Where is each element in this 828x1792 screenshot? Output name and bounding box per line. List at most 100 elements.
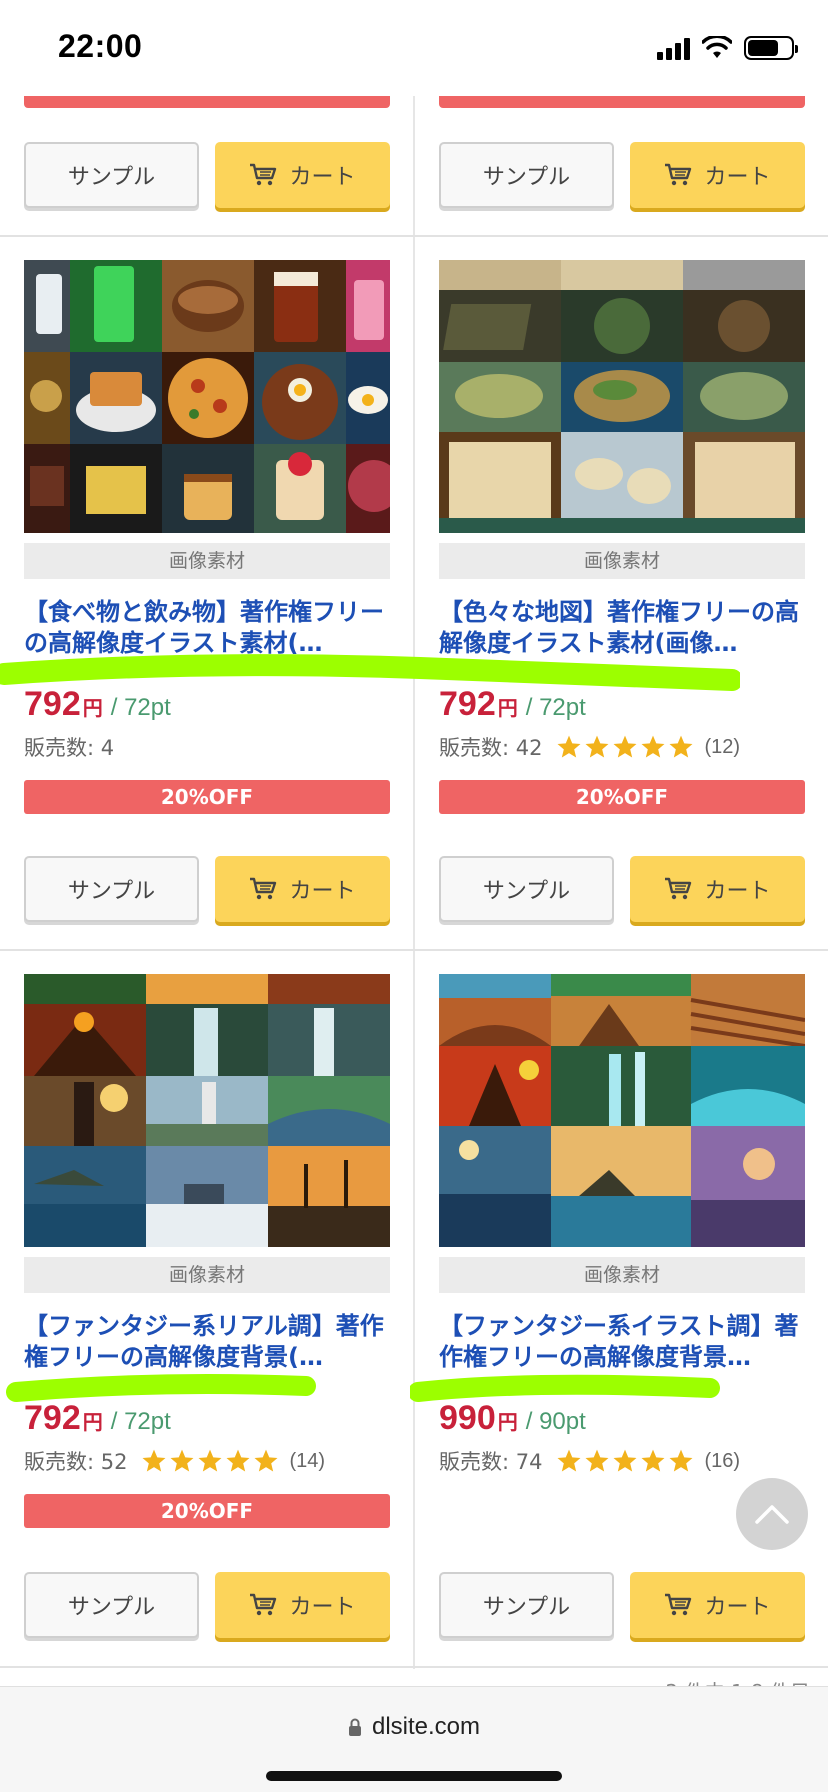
product-card: 画像素材 【ファンタジー系リアル調】著作権フリーの高解像度背景(… 792 円 … [24, 974, 390, 1528]
home-indicator[interactable] [266, 1771, 562, 1781]
discount-badge: 20%OFF [439, 780, 805, 814]
star-icon [614, 735, 637, 758]
star-icon [199, 1449, 222, 1472]
product-thumbnail-fantasy-real[interactable] [24, 974, 390, 1247]
signal-icon [657, 36, 690, 60]
cart-icon [250, 1593, 277, 1616]
cart-button[interactable]: カート [215, 1572, 390, 1638]
cart-icon [250, 877, 277, 900]
browser-url-bar[interactable]: dlsite.com [0, 1686, 828, 1792]
cart-icon [250, 163, 277, 186]
sample-button-label: サンプル [482, 165, 571, 190]
sample-button[interactable]: サンプル [439, 856, 614, 922]
sample-button[interactable]: サンプル [439, 1572, 614, 1638]
price-line: 792 円 / 72pt [439, 685, 805, 724]
cart-button[interactable]: カート [215, 142, 390, 208]
star-icon [558, 735, 581, 758]
star-icon [255, 1449, 278, 1472]
cart-button-label: カート [704, 1595, 771, 1620]
row-divider [0, 235, 828, 237]
sample-button[interactable]: サンプル [24, 142, 199, 208]
cart-icon [665, 1593, 692, 1616]
star-icon [227, 1449, 250, 1472]
cart-button[interactable]: カート [630, 142, 805, 208]
sample-button[interactable]: サンプル [24, 1572, 199, 1638]
cart-button-label: カート [704, 165, 771, 190]
product-title-link[interactable]: 【食べ物と飲み物】著作権フリーの高解像度イラスト素材(… [24, 597, 390, 659]
star-icon [670, 1449, 693, 1472]
rating-stars [556, 734, 694, 760]
product-title-link[interactable]: 【ファンタジー系リアル調】著作権フリーの高解像度背景(… [24, 1311, 390, 1373]
points-value: / 72pt [110, 1408, 171, 1435]
price-value: 792 [439, 685, 496, 723]
button-row: サンプル カート [24, 142, 390, 208]
category-label: 画像素材 [24, 543, 390, 579]
product-title-link[interactable]: 【ファンタジー系イラスト調】著作権フリーの高解像度背景… [439, 1311, 805, 1373]
points-value: / 72pt [110, 694, 171, 721]
product-card: 画像素材 【食べ物と飲み物】著作権フリーの高解像度イラスト素材(… 792 円 … [24, 260, 390, 814]
sample-button-label: サンプル [67, 1595, 156, 1620]
sales-line: 販売数: 52 (14) [24, 1444, 390, 1478]
cart-icon [665, 163, 692, 186]
sales-count: 販売数: 52 [24, 1450, 128, 1474]
sample-button[interactable]: サンプル [24, 856, 199, 922]
price-value: 990 [439, 1399, 496, 1437]
product-card: 画像素材 【色々な地図】著作権フリーの高解像度イラスト素材(画像… 792 円 … [439, 260, 805, 814]
price-value: 792 [24, 1399, 81, 1437]
column-divider [413, 96, 415, 1669]
row-divider [0, 949, 828, 951]
category-label: 画像素材 [439, 543, 805, 579]
scroll-top-button[interactable] [736, 1478, 808, 1550]
rating-count: (14) [289, 1449, 326, 1472]
price-value: 792 [24, 685, 81, 723]
product-title-link[interactable]: 【色々な地図】著作権フリーの高解像度イラスト素材(画像… [439, 597, 805, 659]
product-thumbnail-maps[interactable] [439, 260, 805, 533]
product-thumbnail-food[interactable] [24, 260, 390, 533]
sample-button-label: サンプル [67, 165, 156, 190]
price-currency: 円 [497, 1410, 518, 1434]
button-row: サンプル カート [24, 856, 390, 922]
product-thumbnail-fantasy-illust[interactable] [439, 974, 805, 1247]
points-value: / 72pt [525, 694, 586, 721]
cart-button-label: カート [704, 879, 771, 904]
sample-button-label: サンプル [482, 1595, 571, 1620]
sample-button-label: サンプル [482, 879, 571, 904]
price-line: 792 円 / 72pt [24, 1399, 390, 1438]
url-domain: dlsite.com [371, 1713, 481, 1740]
star-icon [171, 1449, 194, 1472]
discount-badge: 20%OFF [24, 1494, 390, 1528]
star-icon [586, 735, 609, 758]
row-divider [0, 1666, 828, 1668]
wifi-icon [702, 36, 732, 58]
price-currency: 円 [497, 696, 518, 720]
sales-count: 販売数: 42 [439, 736, 543, 760]
button-row: サンプル カート [439, 856, 805, 922]
points-value: / 90pt [525, 1408, 586, 1435]
price-currency: 円 [82, 1410, 103, 1434]
star-icon [642, 1449, 665, 1472]
cart-button-label: カート [289, 1595, 356, 1620]
status-time: 22:00 [58, 28, 143, 64]
cart-icon [665, 877, 692, 900]
rating-count: (12) [704, 735, 741, 758]
category-label: 画像素材 [439, 1257, 805, 1293]
button-row: サンプル カート [439, 1572, 805, 1638]
product-grid: サンプル カート サンプル カート 画像素材 【食べ物と飲み物】著作権フリーの高… [0, 96, 828, 1686]
button-row: サンプル カート [439, 142, 805, 208]
rating-stars [556, 1448, 694, 1474]
sales-count: 販売数: 74 [439, 1450, 543, 1474]
cart-button[interactable]: カート [630, 1572, 805, 1638]
sample-button-label: サンプル [67, 879, 156, 904]
star-icon [586, 1449, 609, 1472]
url-display[interactable]: dlsite.com [0, 1713, 828, 1741]
price-currency: 円 [82, 696, 103, 720]
cart-button[interactable]: カート [630, 856, 805, 922]
category-label: 画像素材 [24, 1257, 390, 1293]
star-icon [670, 735, 693, 758]
sample-button[interactable]: サンプル [439, 142, 614, 208]
product-card: 画像素材 【ファンタジー系イラスト調】著作権フリーの高解像度背景… 990 円 … [439, 974, 805, 1478]
cart-button[interactable]: カート [215, 856, 390, 922]
button-row: サンプル カート [24, 1572, 390, 1638]
price-line: 792 円 / 72pt [24, 685, 390, 724]
cart-button-label: カート [289, 165, 356, 190]
